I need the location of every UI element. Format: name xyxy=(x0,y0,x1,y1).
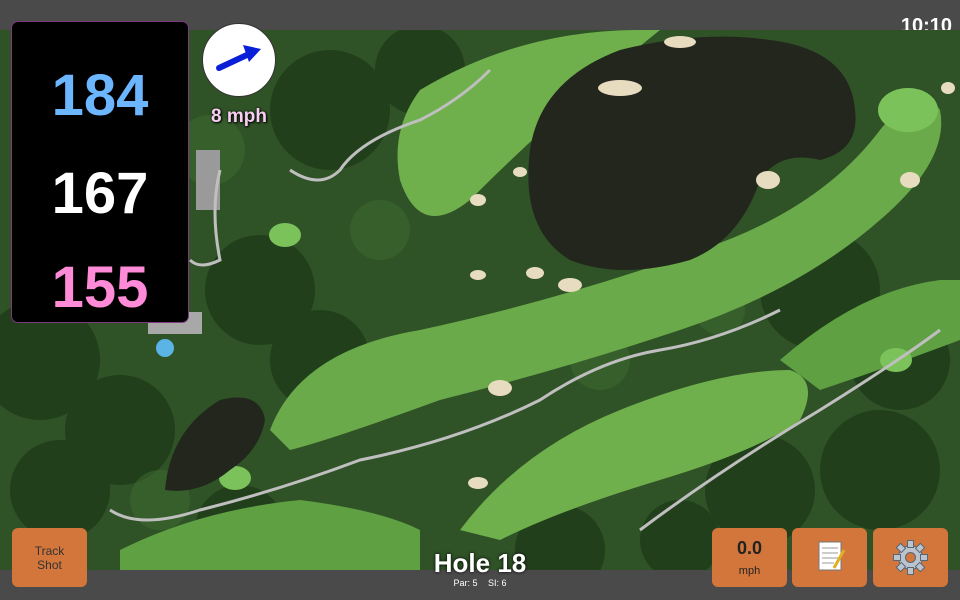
track-shot-label-line2: Shot xyxy=(37,558,62,572)
speed-value: 0.0 xyxy=(736,538,763,558)
front-distance: 155 xyxy=(51,255,149,320)
track-shot-button[interactable]: Track Shot xyxy=(12,528,87,587)
wind-direction-arrow-icon xyxy=(216,45,261,71)
track-shot-label-line1: Track xyxy=(34,544,65,558)
middle-distance: 167 xyxy=(51,161,149,226)
back-distance: 184 xyxy=(51,63,149,128)
speed-button[interactable]: 0.0 mph xyxy=(712,528,787,587)
stroke-index-label: SI: 6 xyxy=(488,578,507,588)
notepad-icon xyxy=(818,541,846,571)
wind-speed: 8 mph xyxy=(211,106,267,127)
hole-info: Par: 5 SI: 6 xyxy=(380,578,580,588)
settings-button[interactable] xyxy=(873,528,948,587)
speed-unit: mph xyxy=(738,565,761,577)
par-label: Par: 5 xyxy=(453,578,478,588)
wind-direction-indicator xyxy=(202,23,276,97)
notes-button[interactable] xyxy=(792,528,867,587)
hole-title: Hole 18 xyxy=(433,548,527,578)
yardage-panel: 184 167 155 xyxy=(12,22,188,322)
gear-icon xyxy=(893,540,928,575)
